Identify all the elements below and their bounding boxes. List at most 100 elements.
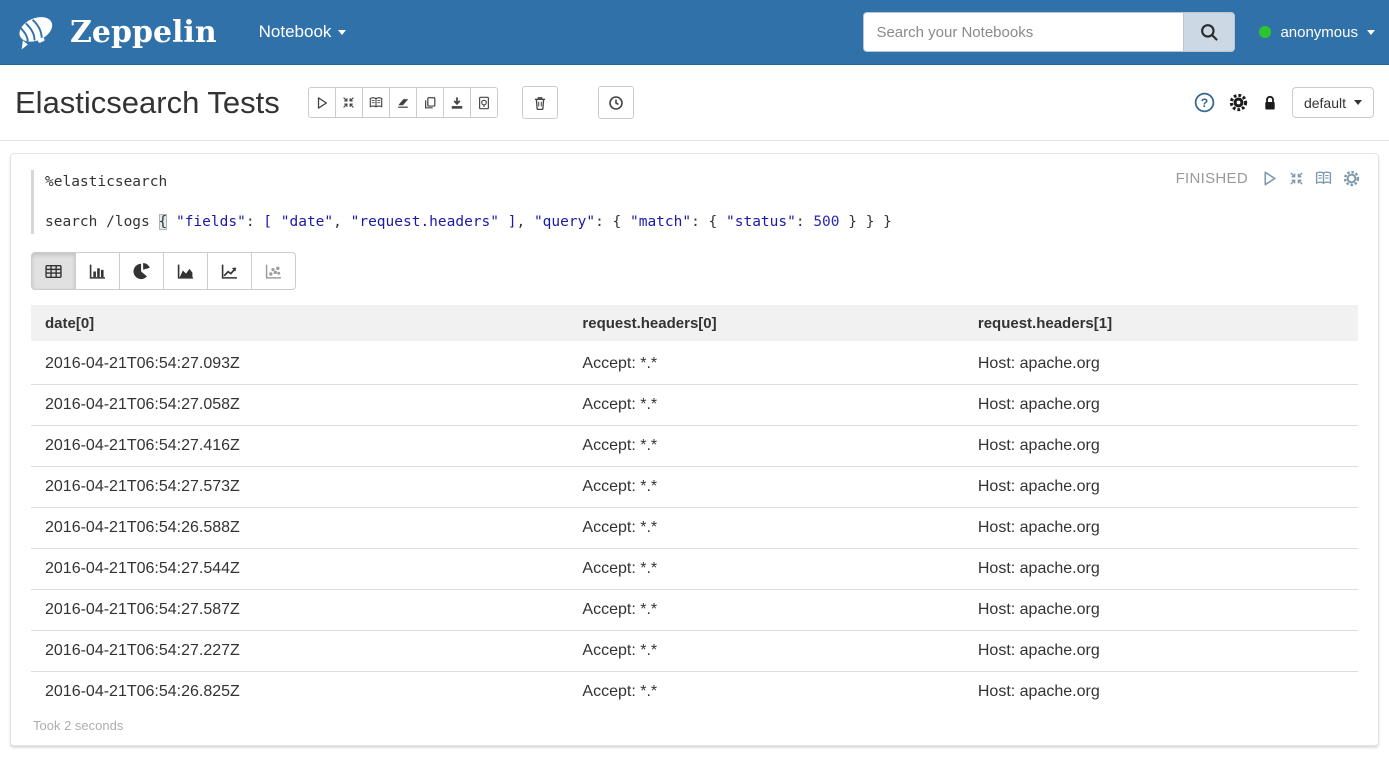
scatter-chart-icon (264, 263, 283, 280)
notebook-menu-label: Notebook (259, 22, 332, 42)
help-button[interactable]: ? (1194, 92, 1215, 113)
show-hide-code-button[interactable] (362, 87, 390, 118)
cell-date: 2016-04-21T06:54:27.544Z (31, 548, 568, 589)
eraser-icon (396, 96, 410, 110)
paragraph-controls: FINISHED (1176, 170, 1360, 187)
notebook-search (863, 12, 1235, 52)
column-header-request-headers-0[interactable]: request.headers[0] (568, 305, 963, 343)
book-icon (1315, 170, 1332, 187)
line-chart-button[interactable] (207, 252, 252, 290)
interpreter-binding-button[interactable]: default (1292, 87, 1374, 118)
show-editor-button[interactable] (1315, 170, 1332, 187)
delete-note-button[interactable] (522, 86, 558, 119)
search-icon (1200, 23, 1219, 42)
notebook-search-input[interactable] (863, 12, 1183, 52)
user-menu[interactable]: anonymous (1259, 24, 1375, 41)
cell-request-header-0: Accept: *.* (568, 343, 963, 384)
table-row: 2016-04-21T06:54:26.825Z Accept: *.* Hos… (31, 671, 1358, 712)
compress-icon (342, 96, 355, 109)
gear-icon (1343, 170, 1360, 187)
play-icon (1261, 170, 1278, 187)
cell-request-header-1: Host: apache.org (964, 548, 1358, 589)
zeppelin-home-link[interactable]: Zeppelin (14, 9, 217, 55)
pie-chart-button[interactable] (119, 252, 164, 290)
cell-request-header-1: Host: apache.org (964, 507, 1358, 548)
brand-title: Zeppelin (70, 15, 217, 50)
clone-icon (423, 96, 437, 110)
interpreter-directive: %elasticsearch (45, 172, 1358, 192)
table-row: 2016-04-21T06:54:27.573Z Accept: *.* Hos… (31, 466, 1358, 507)
table-row: 2016-04-21T06:54:27.058Z Accept: *.* Hos… (31, 384, 1358, 425)
column-header-request-headers-1[interactable]: request.headers[1] (964, 305, 1358, 343)
table-row: 2016-04-21T06:54:27.587Z Accept: *.* Hos… (31, 589, 1358, 630)
visualization-toggle-group (31, 252, 1358, 290)
clone-note-button[interactable] (416, 87, 444, 118)
table-row: 2016-04-21T06:54:26.588Z Accept: *.* Hos… (31, 507, 1358, 548)
caret-down-icon (1354, 100, 1362, 105)
cell-date: 2016-04-21T06:54:27.058Z (31, 384, 568, 425)
lock-icon (1262, 94, 1278, 112)
note-toolbar (308, 87, 498, 118)
trash-icon (532, 95, 548, 111)
version-control-button[interactable] (470, 87, 498, 118)
cell-date: 2016-04-21T06:54:27.587Z (31, 589, 568, 630)
search-button[interactable] (1183, 12, 1235, 52)
cell-request-header-1: Host: apache.org (964, 384, 1358, 425)
notebook-menu[interactable]: Notebook (259, 22, 347, 42)
user-status-dot (1259, 26, 1271, 38)
paragraph-status: FINISHED (1176, 170, 1248, 187)
gear-icon (1229, 93, 1248, 112)
download-icon (450, 96, 464, 110)
query-code-line: search /logs { "fields": [ "date", "requ… (45, 212, 1358, 232)
cell-request-header-0: Accept: *.* (568, 548, 963, 589)
run-paragraph-button[interactable] (1261, 170, 1278, 187)
collapse-paragraphs-button[interactable] (335, 87, 363, 118)
cell-date: 2016-04-21T06:54:26.825Z (31, 671, 568, 712)
collapse-paragraph-button[interactable] (1289, 171, 1304, 186)
table-row: 2016-04-21T06:54:27.416Z Accept: *.* Hos… (31, 425, 1358, 466)
clear-output-button[interactable] (389, 87, 417, 118)
bar-chart-button[interactable] (75, 252, 120, 290)
result-table-header-row: date[0] request.headers[0] request.heade… (31, 305, 1358, 343)
line-chart-icon (220, 263, 239, 280)
cell-date: 2016-04-21T06:54:26.588Z (31, 507, 568, 548)
table-chart-icon (44, 263, 63, 280)
cell-request-header-1: Host: apache.org (964, 425, 1358, 466)
cell-request-header-0: Accept: *.* (568, 671, 963, 712)
table-view-button[interactable] (31, 252, 76, 290)
pie-chart-icon (133, 262, 151, 280)
bar-chart-icon (88, 263, 107, 280)
zeppelin-logo-icon (14, 9, 60, 55)
scatter-chart-button[interactable] (251, 252, 296, 290)
cell-request-header-0: Accept: *.* (568, 466, 963, 507)
cell-date: 2016-04-21T06:54:27.416Z (31, 425, 568, 466)
table-row: 2016-04-21T06:54:27.093Z Accept: *.* Hos… (31, 343, 1358, 384)
cell-request-header-0: Accept: *.* (568, 589, 963, 630)
permissions-button[interactable] (1262, 94, 1278, 112)
cell-request-header-1: Host: apache.org (964, 589, 1358, 630)
cell-date: 2016-04-21T06:54:27.093Z (31, 343, 568, 384)
book-icon (369, 96, 383, 110)
table-row: 2016-04-21T06:54:27.544Z Accept: *.* Hos… (31, 548, 1358, 589)
cell-date: 2016-04-21T06:54:27.227Z (31, 630, 568, 671)
run-all-paragraphs-button[interactable] (308, 87, 336, 118)
caret-down-icon (338, 30, 346, 35)
svg-text:?: ? (1201, 96, 1208, 110)
code-editor[interactable]: %elasticsearch search /logs { "fields": … (31, 170, 1358, 234)
note-title[interactable]: Elasticsearch Tests (15, 85, 280, 121)
area-chart-button[interactable] (163, 252, 208, 290)
help-icon: ? (1194, 92, 1215, 113)
result-table-body: 2016-04-21T06:54:27.093Z Accept: *.* Hos… (31, 343, 1358, 712)
note-settings-button[interactable] (1229, 93, 1248, 112)
cell-request-header-0: Accept: *.* (568, 425, 963, 466)
cell-request-header-0: Accept: *.* (568, 384, 963, 425)
cell-request-header-1: Host: apache.org (964, 671, 1358, 712)
top-navbar: Zeppelin Notebook anonymous (0, 0, 1389, 65)
scheduler-button[interactable] (598, 86, 634, 119)
cell-request-header-0: Accept: *.* (568, 630, 963, 671)
export-note-button[interactable] (443, 87, 471, 118)
play-icon (315, 96, 329, 110)
compress-icon (1289, 171, 1304, 186)
paragraph-settings-button[interactable] (1343, 170, 1360, 187)
column-header-date[interactable]: date[0] (31, 305, 568, 343)
